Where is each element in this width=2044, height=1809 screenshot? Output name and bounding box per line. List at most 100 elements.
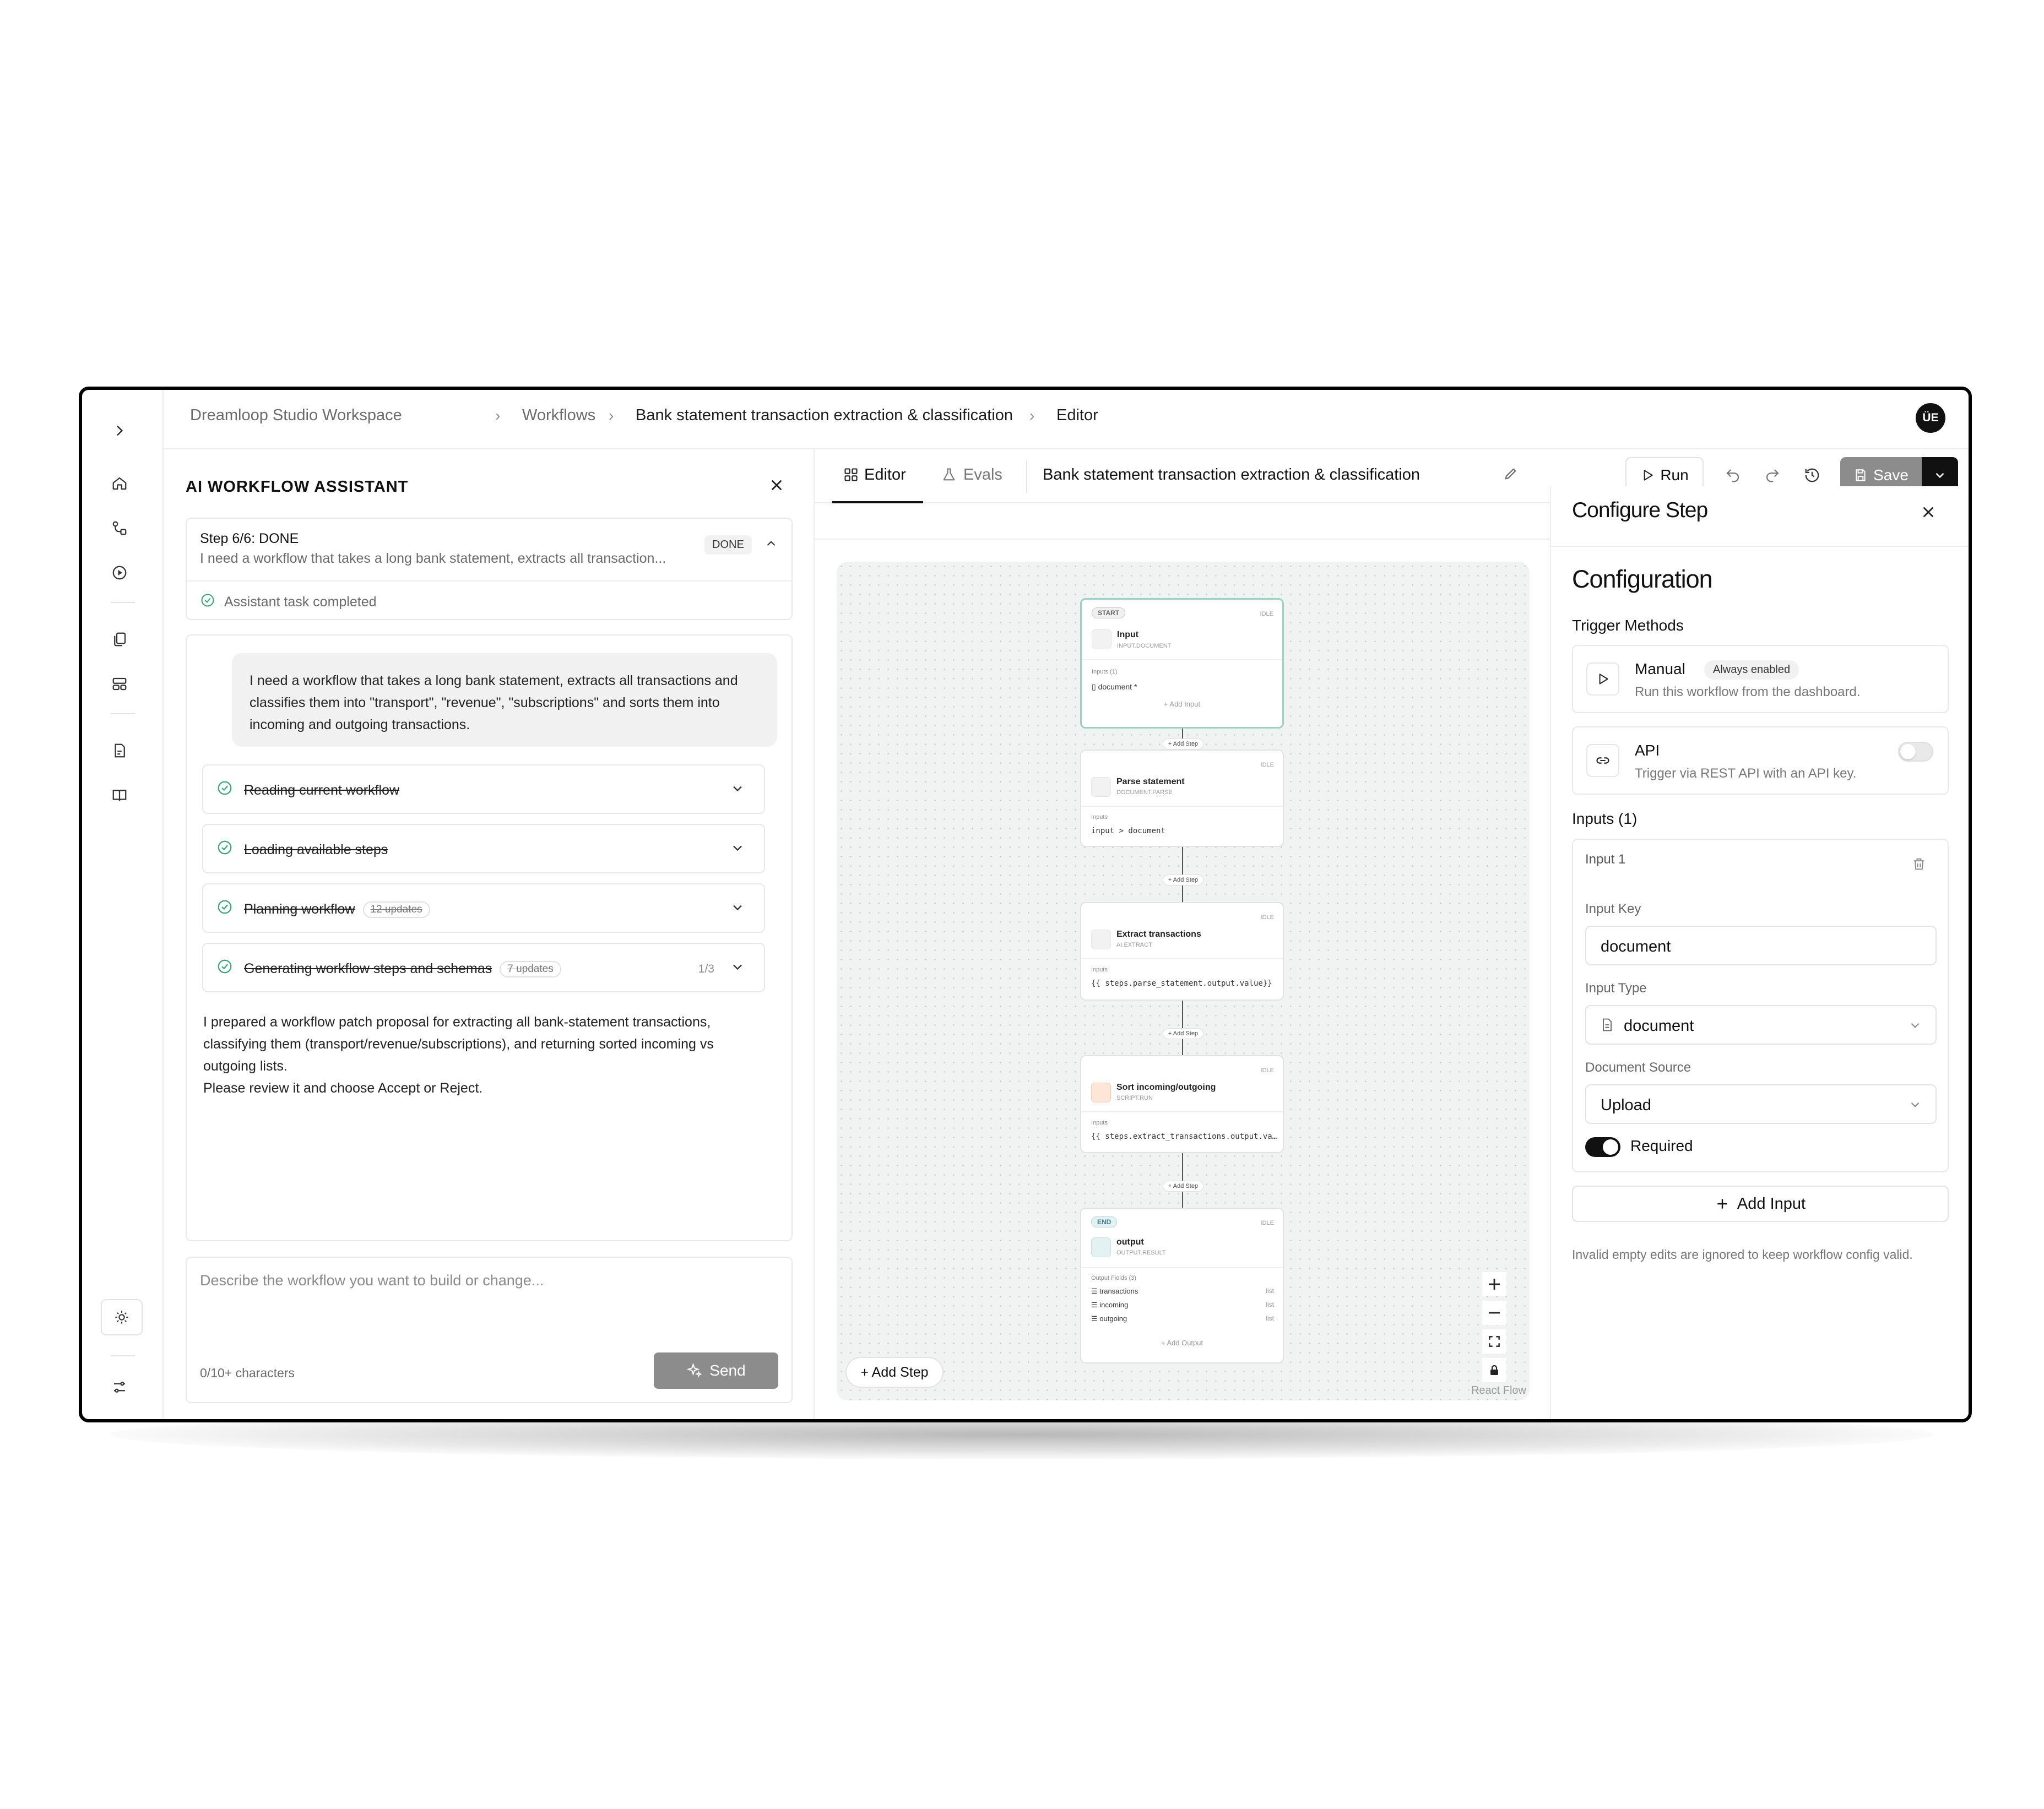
user-avatar[interactable]: ÜE xyxy=(1916,403,1945,433)
node-type: INPUT.DOCUMENT xyxy=(1117,643,1172,649)
add-input-button[interactable]: Add Input xyxy=(1572,1186,1949,1222)
step-preview: I need a workflow that takes a long bank… xyxy=(200,551,666,566)
workflow-name: Bank statement transaction extraction & … xyxy=(1043,466,1421,484)
node-parse-statement[interactable]: IDLE Parse statement DOCUMENT.PARSE Inpu… xyxy=(1080,749,1284,847)
check-circle-icon xyxy=(216,839,233,859)
node-title: Extract transactions xyxy=(1116,930,1201,939)
theme-toggle-button[interactable] xyxy=(101,1299,143,1335)
documents-icon[interactable] xyxy=(109,628,131,650)
document-source-select[interactable]: Upload xyxy=(1585,1084,1937,1124)
close-config-icon[interactable] xyxy=(1920,504,1937,523)
task-item[interactable]: Loading available steps xyxy=(202,824,765,873)
assistant-reply-text: I prepared a workflow patch proposal for… xyxy=(203,1014,714,1074)
assistant-title: AI WORKFLOW ASSISTANT xyxy=(186,478,409,496)
icon-rail xyxy=(82,390,164,1419)
node-badge: START xyxy=(1092,607,1126,618)
prompt-input[interactable]: Describe the workflow you want to build … xyxy=(200,1272,544,1289)
node-title: Parse statement xyxy=(1116,777,1185,786)
configure-step-title: Configure Step xyxy=(1572,498,1708,522)
task-item[interactable]: Generating workflow steps and schemas 7 u… xyxy=(202,943,765,992)
output-field-kind: list xyxy=(1266,1287,1274,1295)
ai-node-icon xyxy=(1091,930,1111,949)
home-icon[interactable] xyxy=(109,472,131,495)
node-input-mapping: {{ steps.parse_statement.output.value}} xyxy=(1091,979,1272,988)
task-item[interactable]: Reading current workflow xyxy=(202,764,765,814)
node-status: IDLE xyxy=(1260,611,1273,617)
workflow-icon[interactable] xyxy=(109,517,131,539)
chevron-down-icon xyxy=(730,840,745,859)
required-toggle[interactable] xyxy=(1585,1137,1620,1157)
lock-button[interactable] xyxy=(1482,1358,1506,1382)
breadcrumb-workspace[interactable]: Dreamloop Studio Workspace xyxy=(190,406,402,425)
node-type: AI.EXTRACT xyxy=(1116,942,1152,948)
play-icon xyxy=(1586,662,1619,696)
templates-icon[interactable] xyxy=(109,673,131,695)
chevron-down-icon xyxy=(1911,1102,1920,1107)
output-field-name: incoming xyxy=(1099,1301,1129,1309)
configuration-heading: Configuration xyxy=(1572,565,1713,593)
add-output-link[interactable]: + Add Output xyxy=(1081,1339,1283,1347)
docs-book-icon[interactable] xyxy=(109,784,131,806)
api-toggle[interactable] xyxy=(1898,742,1933,762)
task-progress-count: 1/3 xyxy=(698,963,714,975)
breadcrumb-workflows[interactable]: Workflows xyxy=(522,406,595,425)
node-title: Input xyxy=(1117,630,1139,639)
node-input[interactable]: START IDLE Input INPUT.DOCUMENT Inputs (… xyxy=(1080,598,1284,729)
redo-icon[interactable] xyxy=(1764,467,1781,486)
tab-editor[interactable]: Editor xyxy=(832,464,923,503)
task-item[interactable]: Planning workflow 12 updates xyxy=(202,883,765,933)
manual-desc: Run this workflow from the dashboard. xyxy=(1635,685,1861,699)
send-button[interactable]: Send xyxy=(654,1352,778,1389)
runs-play-icon[interactable] xyxy=(109,562,131,584)
close-assistant-icon[interactable] xyxy=(768,477,785,496)
trigger-manual-card[interactable]: Manual Always enabled Run this workflow … xyxy=(1572,645,1949,713)
add-step-connector[interactable]: + Add Step xyxy=(1163,738,1203,749)
document-source-value: Upload xyxy=(1601,1096,1651,1114)
node-status: IDLE xyxy=(1260,1067,1274,1074)
fit-view-button[interactable] xyxy=(1482,1329,1506,1354)
zoom-out-button[interactable] xyxy=(1482,1301,1506,1325)
node-sort-incoming-outgoing[interactable]: IDLE Sort incoming/outgoing SCRIPT.RUN I… xyxy=(1080,1055,1284,1153)
zoom-in-button[interactable] xyxy=(1482,1272,1506,1296)
rail-divider xyxy=(111,1355,135,1356)
node-output-fields-label: Output Fields (3) xyxy=(1091,1275,1136,1281)
edit-pencil-icon[interactable] xyxy=(1503,466,1519,484)
history-icon[interactable] xyxy=(1804,467,1820,486)
add-input-link[interactable]: + Add Input xyxy=(1082,700,1282,708)
node-inputs-label: Inputs xyxy=(1091,1120,1108,1126)
add-step-connector[interactable]: + Add Step xyxy=(1163,1028,1203,1039)
input-type-value: document xyxy=(1624,1017,1694,1035)
node-title: output xyxy=(1116,1237,1144,1247)
assistant-reply: I prepared a workflow patch proposal for… xyxy=(203,1011,765,1099)
run-label: Run xyxy=(1660,466,1689,484)
edge xyxy=(1182,1153,1183,1181)
collapse-chevron-icon[interactable] xyxy=(764,536,778,553)
expand-chevron-icon[interactable] xyxy=(109,420,131,442)
tab-evals[interactable]: Evals xyxy=(941,464,1018,497)
react-flow-attribution: React Flow xyxy=(1471,1384,1526,1397)
input-key-field[interactable]: document xyxy=(1585,926,1937,965)
add-step-connector[interactable]: + Add Step xyxy=(1163,874,1203,886)
edge xyxy=(1182,847,1183,874)
output-field: ☰ incoming xyxy=(1091,1301,1129,1309)
settings-sliders-icon[interactable] xyxy=(109,1376,131,1398)
script-node-icon xyxy=(1091,1083,1111,1102)
toggle-knob xyxy=(1900,744,1916,759)
node-output[interactable]: END IDLE output OUTPUT.RESULT Output Fie… xyxy=(1080,1208,1284,1363)
input-type-select[interactable]: document xyxy=(1585,1005,1937,1045)
node-extract-transactions[interactable]: IDLE Extract transactions AI.EXTRACT Inp… xyxy=(1080,902,1284,1001)
api-title: API xyxy=(1635,742,1660,759)
add-step-button[interactable]: + Add Step xyxy=(845,1357,944,1388)
breadcrumb-workflow[interactable]: Bank statement transaction extraction & … xyxy=(636,406,1013,425)
undo-icon[interactable] xyxy=(1725,467,1741,486)
node-inputs-label: Inputs xyxy=(1091,966,1108,973)
output-field-name: transactions xyxy=(1099,1287,1138,1295)
notes-icon[interactable] xyxy=(109,740,131,762)
step-status-card: Step 6/6: DONE I need a workflow that ta… xyxy=(186,518,793,620)
workflow-canvas[interactable]: START IDLE Input INPUT.DOCUMENT Inputs (… xyxy=(837,562,1530,1400)
trash-icon[interactable] xyxy=(1911,856,1927,874)
add-step-connector[interactable]: + Add Step xyxy=(1163,1181,1203,1192)
updates-pill: 7 updates xyxy=(500,961,561,978)
check-circle-icon xyxy=(216,780,233,799)
output-field-kind: list xyxy=(1266,1301,1274,1308)
